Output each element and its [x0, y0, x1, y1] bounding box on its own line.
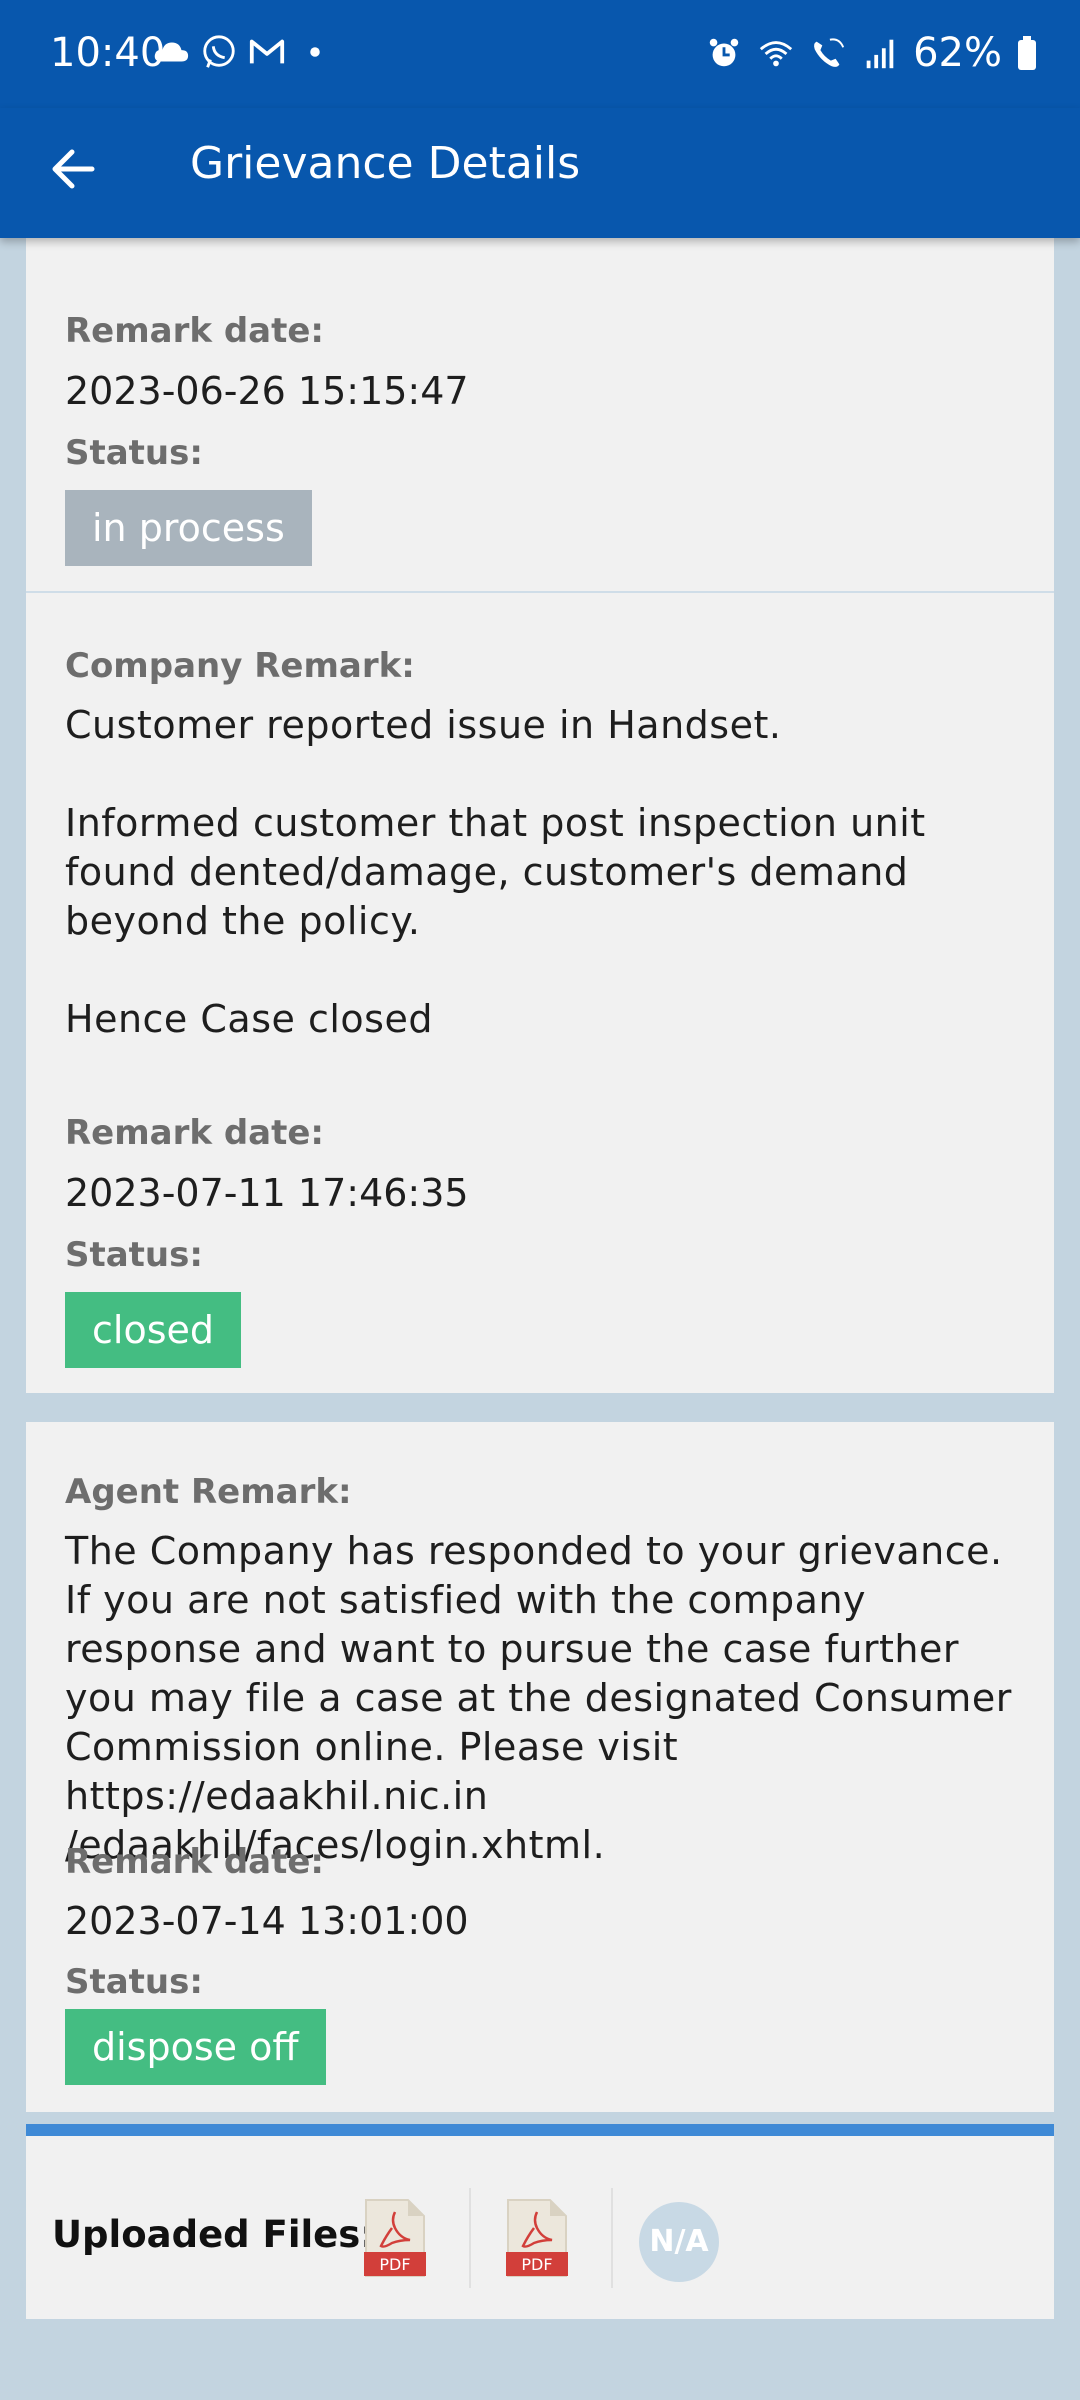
agent-remark-title: Agent Remark: — [65, 1472, 352, 1512]
cloud-icon — [154, 42, 189, 62]
remark-date-label: Remark date: — [65, 311, 325, 351]
whatsapp-icon — [203, 35, 235, 68]
wifi-call-icon — [814, 38, 845, 67]
battery-icon — [1018, 36, 1036, 70]
remark-date-value: 2023-07-14 13:01:00 — [65, 1899, 469, 1943]
status-label: Status: — [65, 1235, 203, 1275]
battery-percent: 62% — [913, 30, 1002, 76]
divider — [26, 591, 1054, 593]
company-remark-line: Informed customer that post inspection u… — [65, 801, 926, 943]
status-label: Status: — [65, 1962, 203, 2002]
app-bar: Grievance Details — [0, 108, 1080, 238]
remark-date-label: Remark date: — [65, 1113, 325, 1153]
pdf-label: PDF — [379, 2255, 410, 2274]
agent-remark-text: The Company has responded to your grieva… — [65, 1529, 1012, 1867]
company-remark-line — [65, 946, 1025, 995]
section-accent-bar — [26, 2124, 1054, 2136]
company-remark-line: Hence Case closed — [65, 997, 433, 1041]
status-bar: 10:40 62% — [0, 0, 1080, 108]
company-remark-line: Customer reported issue in Handset. — [65, 703, 782, 747]
company-remark-title: Company Remark: — [65, 646, 415, 686]
status-badge: dispose off — [65, 2009, 326, 2085]
pdf-icon[interactable]: PDF — [506, 2198, 568, 2278]
remark-date-value: 2023-07-11 17:46:35 — [65, 1171, 469, 1215]
page-title: Grievance Details — [190, 138, 581, 189]
gmail-icon — [249, 39, 285, 64]
alarm-icon — [709, 38, 739, 67]
uploaded-files-card: Uploaded Files: PDF PDF N/A — [26, 2136, 1054, 2319]
agent-remark-card: Agent Remark: The Company has responded … — [26, 1422, 1054, 2112]
remark-date-label: Remark date: — [65, 1842, 325, 1882]
company-remark-line — [65, 750, 1025, 799]
company-remark-text: Customer reported issue in Handset. Info… — [65, 701, 1025, 1044]
pdf-icon[interactable]: PDF — [364, 2198, 426, 2278]
pdf-label: PDF — [521, 2255, 552, 2274]
signal-icon — [866, 39, 894, 69]
uploaded-files-label: Uploaded Files: — [52, 2213, 376, 2256]
status-badge: closed — [65, 1292, 241, 1368]
status-badge: in process — [65, 490, 312, 566]
remark-date-value: 2023-06-26 15:15:47 — [65, 369, 469, 413]
divider — [469, 2188, 471, 2288]
dot-icon — [310, 47, 320, 57]
divider — [611, 2188, 613, 2288]
status-time: 10:40 — [50, 30, 166, 76]
arrow-back-icon[interactable] — [44, 139, 104, 199]
na-icon: N/A — [639, 2202, 719, 2282]
status-label: Status: — [65, 433, 203, 473]
wifi-icon — [759, 41, 793, 67]
remarks-card: Remark date: 2023-06-26 15:15:47 Status:… — [26, 238, 1054, 1393]
